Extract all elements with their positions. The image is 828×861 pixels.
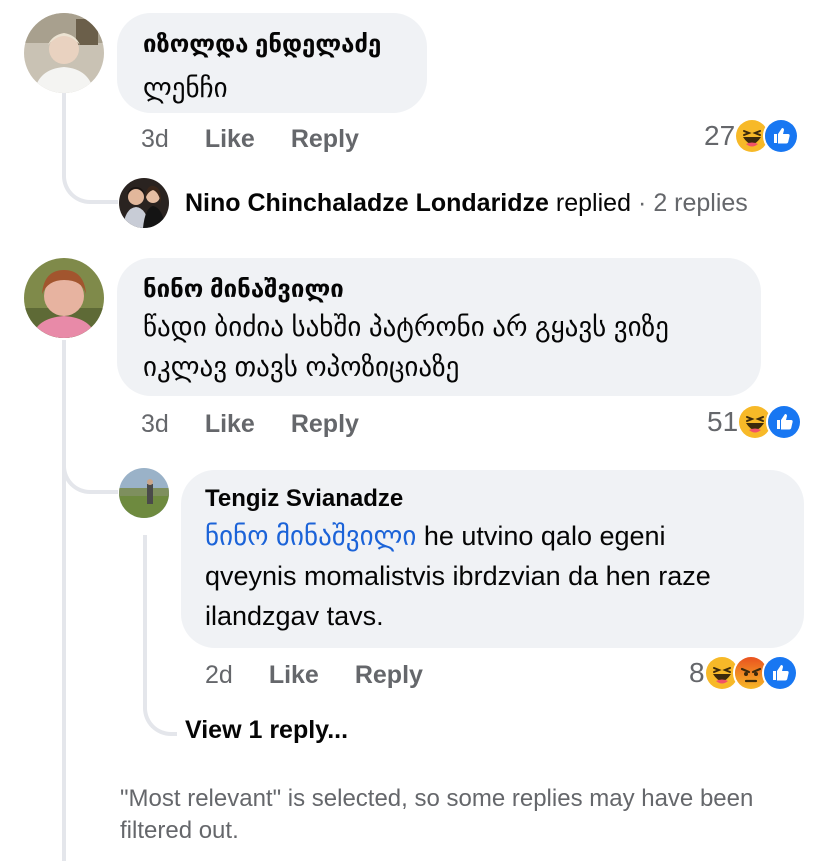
avatar[interactable] [24,258,104,338]
separator-dot: · [637,188,647,217]
comment-bubble: იზოლდა ენდელაძე ლენჩი [117,13,427,113]
mention-link[interactable]: ნინო მინაშვილი [205,521,416,551]
comment-meta: 3d Like Reply [141,124,395,154]
comment-author[interactable]: ნინო მინაშვილი [143,275,735,305]
reply-text-line: ilandzgav tavs. [205,601,384,631]
reaction-count: 8 [689,657,705,688]
replies-count[interactable]: 2 replies [653,189,748,218]
comment-text: ლენჩი [143,73,228,103]
reply-bubble: Tengiz Svianadze ნინო მინაშვილი he utvin… [181,470,804,648]
reply-button[interactable]: Reply [291,410,359,439]
reply-text: he utvino qalo egeni [416,521,666,551]
comment-text-line: წადი ბიძია სახში პატრონი არ გყავს ვიზე [143,312,669,342]
thread-curve-1 [62,150,118,204]
reply-button[interactable]: Reply [355,661,423,690]
avatar[interactable] [119,178,169,228]
like-icon [766,404,803,440]
replied-label: replied [555,188,631,217]
comment-time[interactable]: 3d [141,125,169,154]
like-icon [763,118,800,154]
avatar[interactable] [24,13,104,93]
comment-time[interactable]: 3d [141,410,169,439]
reaction-summary[interactable]: 8 [689,655,798,691]
replier-name[interactable]: Nino Chinchaladze Londaridze [185,189,549,218]
thread-curve-2 [62,440,118,494]
like-button[interactable]: Like [205,410,255,439]
reaction-summary[interactable]: 51 [707,404,803,440]
reaction-count: 27 [704,120,736,151]
thread-curve-3 [143,680,177,736]
reply-text-line: ნინო მინაშვილი he utvino qalo egeni [205,516,780,556]
filter-notice: "Most relevant" is selected, so some rep… [120,785,754,844]
view-more-replies-link[interactable]: View 1 reply... [185,716,348,745]
avatar[interactable] [119,468,169,518]
thread-line-3 [143,535,147,685]
reply-meta: 2d Like Reply [205,660,459,690]
reply-author[interactable]: Tengiz Svianadze [205,484,780,514]
comment-meta: 3d Like Reply [141,409,395,439]
reaction-count: 51 [707,406,739,437]
reaction-summary[interactable]: 27 [704,118,800,154]
replies-summary[interactable]: Nino Chinchaladze Londaridze replied · 2… [185,188,748,218]
comment-bubble: ნინო მინაშვილი წადი ბიძია სახში პატრონი … [117,258,761,396]
comment-text-line: იკლავ თავს ოპოზიციაზე [143,352,460,382]
comment-author[interactable]: იზოლდა ენდელაძე [143,30,401,60]
reply-time[interactable]: 2d [205,661,233,690]
thread-line-2 [62,340,66,861]
reply-button[interactable]: Reply [291,125,359,154]
like-button[interactable]: Like [205,125,255,154]
like-icon [761,655,798,691]
like-button[interactable]: Like [269,661,319,690]
reply-text-line: qveynis momalistvis ibrdzvian da hen raz… [205,561,711,591]
